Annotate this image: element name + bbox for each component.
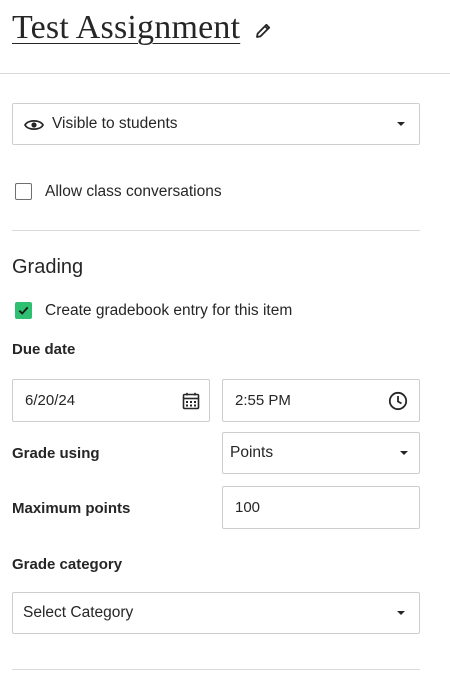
gradebook-entry-label: Create gradebook entry for this item bbox=[45, 302, 293, 319]
gradebook-entry-checkbox[interactable] bbox=[15, 302, 32, 319]
maximum-points-value: 100 bbox=[235, 499, 261, 516]
chevron-down-icon bbox=[400, 451, 408, 455]
clock-icon[interactable] bbox=[388, 391, 408, 411]
checkmark-icon bbox=[18, 306, 28, 315]
bottom-divider bbox=[12, 669, 420, 670]
chevron-down-icon bbox=[397, 122, 405, 126]
due-date-input[interactable]: 6/20/24 bbox=[12, 379, 210, 422]
title-divider bbox=[0, 73, 450, 74]
maximum-points-input[interactable]: 100 bbox=[222, 486, 420, 529]
due-date-value: 6/20/24 bbox=[25, 392, 76, 409]
title-row: Test Assignment bbox=[12, 6, 272, 50]
grade-using-label: Grade using bbox=[12, 445, 100, 462]
eye-icon bbox=[24, 119, 44, 131]
due-time-value: 2:55 PM bbox=[235, 392, 291, 409]
grade-category-value: Select Category bbox=[23, 604, 134, 621]
section-divider bbox=[12, 230, 420, 231]
due-time-input[interactable]: 2:55 PM bbox=[222, 379, 420, 422]
grade-category-select[interactable]: Select Category bbox=[12, 592, 420, 634]
conversations-checkbox[interactable] bbox=[15, 183, 32, 200]
visibility-select[interactable]: Visible to students bbox=[12, 103, 420, 145]
conversations-label: Allow class conversations bbox=[45, 183, 222, 200]
due-date-label: Due date bbox=[12, 341, 76, 358]
calendar-icon[interactable] bbox=[182, 392, 200, 410]
visibility-select-value: Visible to students bbox=[52, 115, 178, 132]
grade-category-label: Grade category bbox=[12, 556, 123, 573]
page-title: Test Assignment bbox=[12, 9, 241, 46]
grade-using-value: Points bbox=[230, 444, 274, 461]
maximum-points-label: Maximum points bbox=[12, 500, 131, 517]
pencil-icon[interactable] bbox=[254, 22, 272, 40]
grade-using-select[interactable]: Points bbox=[222, 432, 420, 474]
chevron-down-icon bbox=[397, 611, 405, 615]
grading-heading: Grading bbox=[12, 256, 84, 278]
